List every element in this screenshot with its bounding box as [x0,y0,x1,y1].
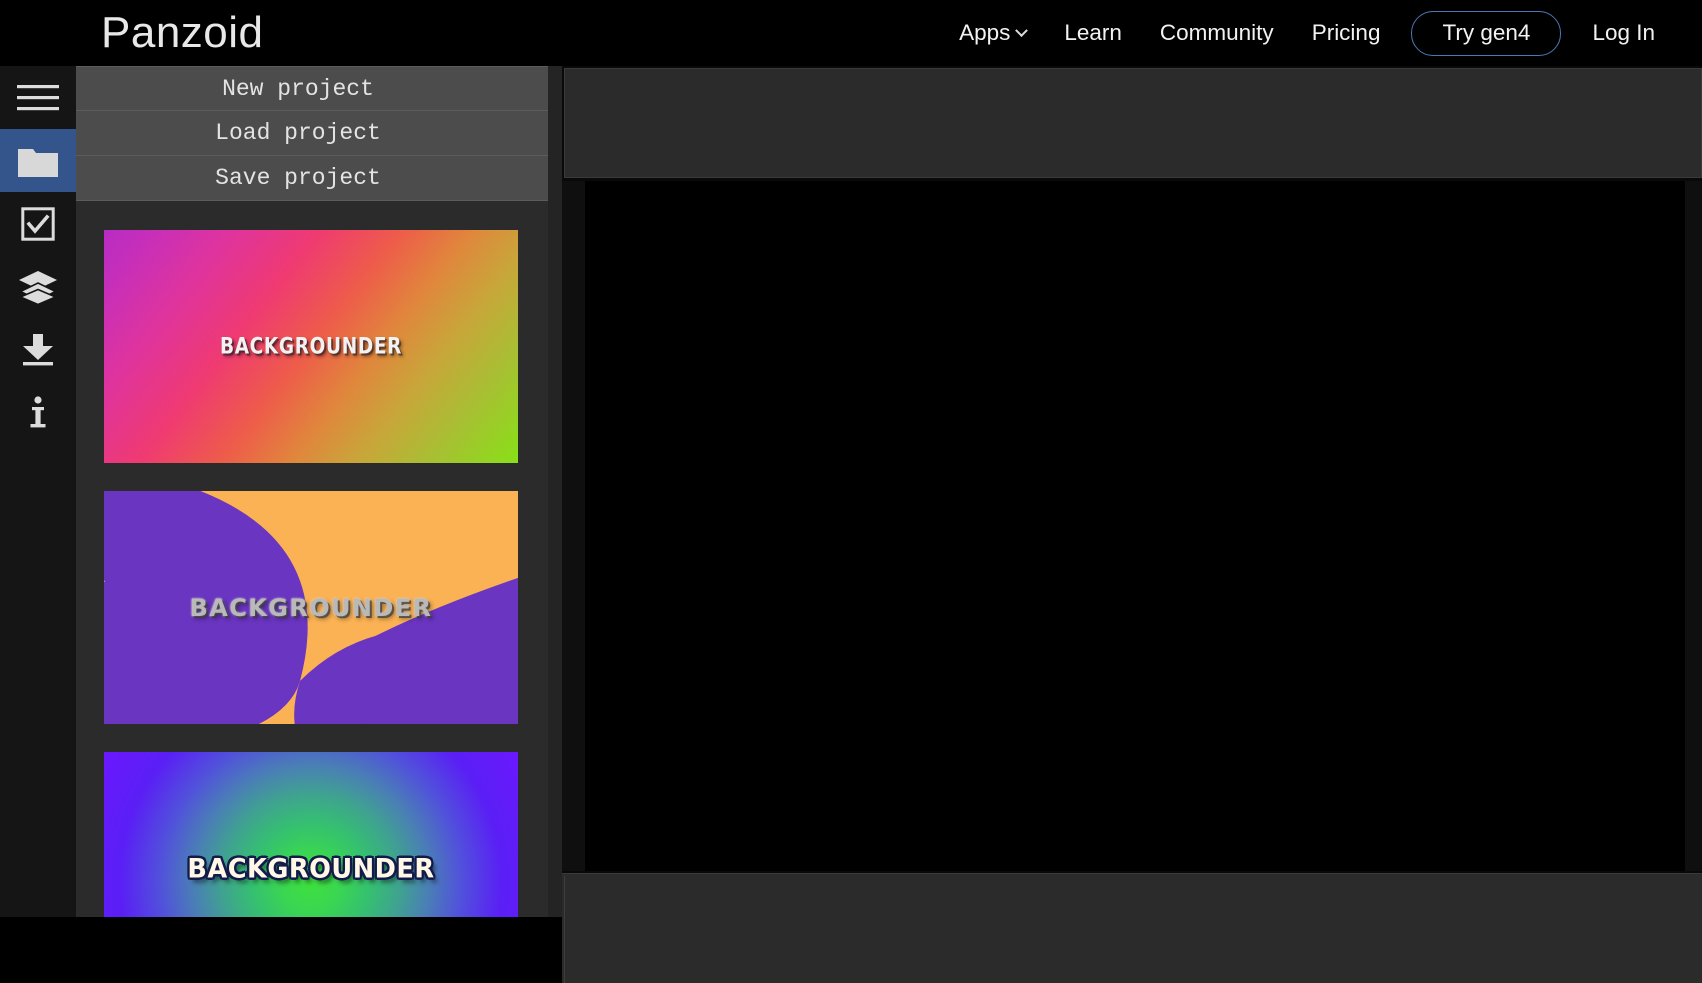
thumbnail-caption: BACKGROUNDER [189,593,433,622]
panzoid-logo[interactable]: Panzoid [101,11,264,55]
project-menu: New project Load project Save project [76,66,562,201]
nav-item-learn[interactable]: Learn [1045,20,1141,46]
project-thumbnail[interactable]: BACKGROUNDER [104,491,518,724]
canvas-area [562,181,1702,871]
layers-icon [18,270,58,304]
sidebar-item-download[interactable] [0,318,76,381]
workspace [562,66,1702,983]
timeline-track-area[interactable] [564,876,1702,983]
project-thumbnail-list: BACKGROUNDER BACKGROUNDER BACKGROUNDER [76,201,562,917]
sidebar-item-layers[interactable] [0,255,76,318]
project-thumbnail[interactable]: BACKGROUNDER [104,230,518,463]
hamburger-menu-icon [17,83,59,113]
nav-item-community[interactable]: Community [1141,20,1293,46]
folder-icon [18,145,58,177]
project-panel: New project Load project Save project BA… [76,66,562,917]
nav-item-pricing[interactable]: Pricing [1293,20,1400,46]
load-project-button[interactable]: Load project [76,111,562,156]
new-project-button[interactable]: New project [76,66,562,111]
chevron-down-icon [1015,23,1029,37]
checkbox-icon [21,206,55,241]
thumbnail-caption: BACKGROUNDER [187,853,435,884]
thumbnail-caption: BACKGROUNDER [219,334,403,359]
sidebar-item-info[interactable] [0,381,76,444]
project-panel-scrollbar-track[interactable] [548,66,1108,917]
download-icon [20,333,56,367]
preview-canvas[interactable] [585,181,1685,871]
nav-links: Apps Learn Community Pricing Try gen4 Lo… [940,0,1674,66]
log-in-button[interactable]: Log In [1573,20,1674,46]
project-thumbnail[interactable]: BACKGROUNDER [104,752,518,917]
sidebar-item-menu[interactable] [0,66,76,129]
save-project-button[interactable]: Save project [76,156,562,201]
nav-item-apps-label: Apps [959,20,1011,45]
timeline-panel[interactable] [562,873,1702,983]
sidebar-item-projects[interactable] [0,129,76,192]
workspace-toolbar[interactable] [564,68,1702,178]
info-icon [27,395,49,430]
nav-item-apps[interactable]: Apps [940,20,1045,46]
sidebar-item-settings[interactable] [0,192,76,255]
top-navigation-bar: Panzoid Apps Learn Community Pricing Try… [0,0,1702,66]
try-gen4-button[interactable]: Try gen4 [1411,10,1562,56]
left-icon-rail [0,66,76,917]
